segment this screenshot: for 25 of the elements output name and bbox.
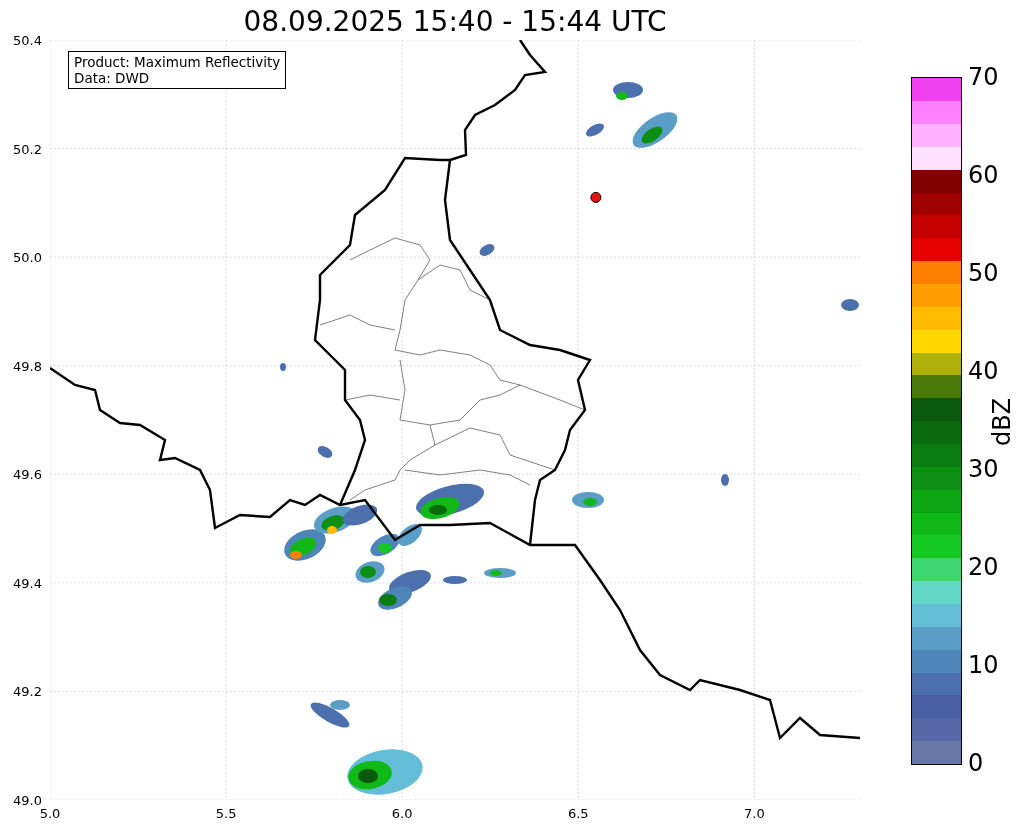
- y-tick-label: 50.4: [13, 32, 42, 48]
- colorbar-tick-label: 50: [968, 259, 999, 287]
- colorbar-tick-label: 0: [968, 749, 984, 777]
- colorbar-tick-label: 60: [968, 161, 999, 189]
- legend-text: Product: Maximum Reflectivity: [74, 54, 281, 70]
- colorbar-tick-label: 30: [968, 455, 999, 483]
- y-tick-label: 49.8: [13, 358, 42, 374]
- y-tick-label: 49.4: [13, 575, 42, 591]
- y-tick-label: 49.2: [13, 683, 42, 699]
- colorbar-tick-label: 70: [968, 63, 999, 91]
- y-tick-label: 49.0: [13, 792, 42, 808]
- x-tick-label: 7.0: [744, 806, 765, 821]
- x-tick-label: 5.0: [39, 806, 61, 821]
- x-tick-label: 5.5: [215, 806, 237, 821]
- colorbar-tick-label: 40: [968, 357, 999, 385]
- chart-title: 08.09.2025 15:40 - 15:44 UTC: [242, 4, 668, 40]
- colorbar-label: dBZ: [988, 397, 1016, 447]
- x-tick-label: 6.5: [567, 806, 589, 821]
- colorbar-tick-label: 10: [968, 651, 999, 679]
- colorbar-tick-label: 20: [968, 553, 999, 581]
- y-tick-label: 50.2: [13, 141, 42, 157]
- legend-text: Data: DWD: [74, 70, 151, 86]
- y-tick-label: 49.6: [13, 466, 42, 482]
- x-tick-label: 6.0: [391, 806, 413, 821]
- y-tick-label: 50.0: [13, 249, 42, 265]
